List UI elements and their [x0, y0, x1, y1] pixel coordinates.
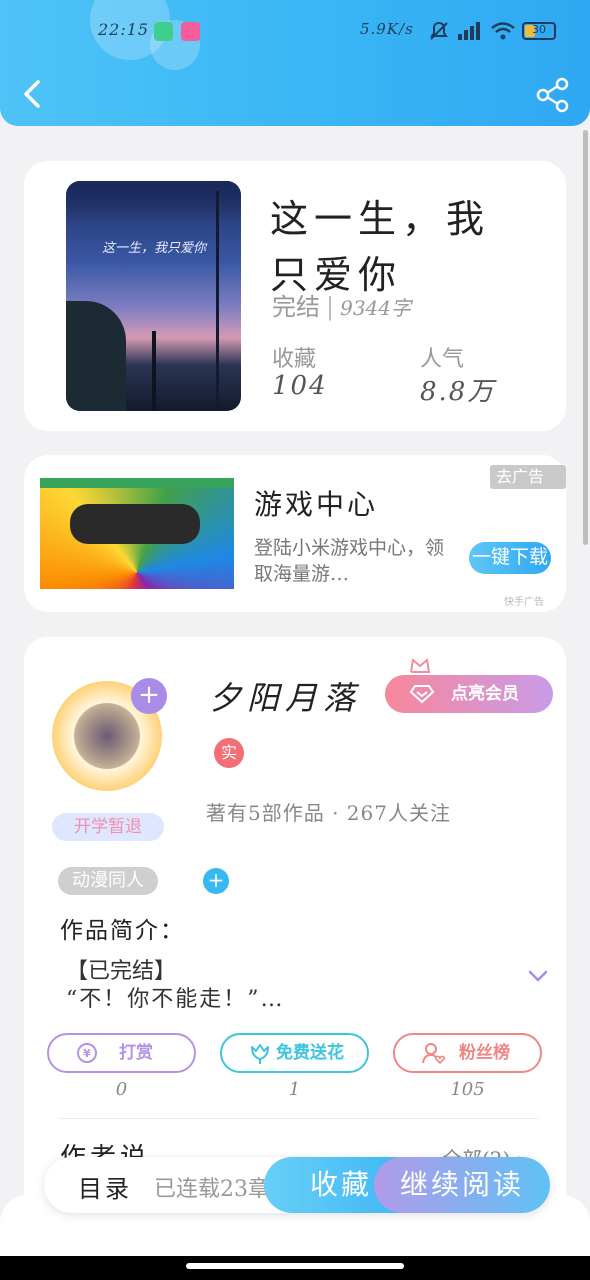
battery-icon: 30	[522, 22, 556, 40]
avatar-tag: 开学暂退	[52, 813, 164, 841]
separator: |	[326, 293, 335, 321]
ad-product-bag	[70, 504, 200, 544]
scrollbar[interactable]	[583, 130, 588, 545]
cover-sky	[66, 181, 241, 221]
cover-title-text: 这一生，我只爱你	[101, 241, 206, 256]
diamond-icon	[409, 685, 435, 704]
net-speed: 5.9K/s	[360, 20, 414, 38]
avatar-characters	[74, 703, 140, 769]
verified-badge: 实	[214, 738, 244, 768]
reward-button[interactable]: ¥ 打赏	[47, 1033, 196, 1073]
fan-rank-button[interactable]: 粉丝榜	[393, 1033, 542, 1073]
crown-icon	[410, 658, 431, 673]
send-flower-button[interactable]: 免费送花	[220, 1033, 369, 1073]
fav-label: 收藏	[272, 347, 317, 372]
chevron-down-icon: ⌄	[496, 491, 510, 510]
book-status: 完结	[272, 293, 320, 321]
book-word-count: 9344字	[340, 296, 411, 320]
fans-icon	[422, 1043, 445, 1065]
book-title-line1: 这一生，我	[270, 197, 491, 241]
flower-count: 1	[288, 1079, 301, 1100]
book-cover[interactable]: 这一生，我只爱你	[66, 181, 241, 411]
vip-label: 点亮会员	[451, 684, 519, 704]
back-icon[interactable]	[18, 74, 48, 114]
continue-reading-button[interactable]: 继续阅读	[374, 1157, 550, 1213]
home-indicator[interactable]	[186, 1263, 404, 1269]
fan-rank-label: 粉丝榜	[459, 1043, 510, 1063]
yen-coin-icon: ¥	[77, 1043, 97, 1063]
book-status-line: 完结 | 9344字	[272, 287, 411, 322]
serial-status: 已连载23章	[154, 1177, 270, 1202]
remove-ad-button[interactable]: 去广告 ⌄	[490, 465, 566, 510]
author-meta: 著有5部作品 · 267人关注	[206, 801, 451, 825]
ad-card[interactable]: 游戏中心 登陆小米游戏中心，领取海量游… 去广告 ⌄ 一键下载 快手广告	[24, 455, 566, 612]
fan-count: 105	[450, 1079, 485, 1100]
svg-text:¥: ¥	[83, 1047, 91, 1060]
fav-value: 104	[272, 371, 328, 401]
intro-line2: “不！你不能走！”…	[66, 987, 285, 1012]
ad-source: 快手广告	[504, 597, 544, 608]
mute-icon	[430, 21, 448, 40]
wifi-icon	[491, 22, 515, 40]
book-info-card: 这一生，我只爱你 这一生，我 只爱你 完结 | 9344字 收藏 104 人气 8.…	[24, 161, 566, 431]
status-bar: 22:15 5.9K/s 30	[0, 18, 590, 46]
toc-button[interactable]: 目录	[78, 1169, 132, 1204]
reward-label: 打赏	[119, 1043, 153, 1063]
ad-title: 游戏中心	[254, 488, 379, 521]
remove-ad-label: 去广告	[496, 467, 545, 486]
bottom-action-bar: 目录 已连载23章 收藏 继续阅读	[44, 1157, 550, 1213]
flower-icon	[251, 1044, 269, 1064]
popularity-label: 人气	[420, 347, 465, 372]
send-flower-label: 免费送花	[276, 1043, 344, 1063]
status-time: 22:15	[98, 20, 150, 39]
ad-image[interactable]	[40, 478, 234, 589]
follow-plus-button[interactable]: +	[131, 678, 167, 714]
expand-chevron-icon[interactable]	[527, 969, 549, 983]
header: 22:15 5.9K/s 30	[0, 0, 590, 126]
popularity-value: 8.8万	[420, 377, 496, 407]
reward-count: 0	[115, 1079, 128, 1100]
cover-road	[152, 331, 156, 411]
divider	[58, 1118, 538, 1119]
intro-heading: 作品简介：	[60, 918, 185, 944]
share-icon[interactable]	[534, 76, 572, 114]
download-button[interactable]: 一键下载	[469, 542, 551, 574]
vip-button[interactable]: 点亮会员	[385, 675, 553, 713]
battery-level: 30	[532, 23, 546, 36]
add-tag-button[interactable]: +	[203, 868, 229, 894]
cover-pole	[216, 191, 219, 411]
app-notification-icon	[181, 22, 200, 41]
cover-trees	[66, 301, 126, 411]
ad-description: 登陆小米游戏中心，领取海量游…	[254, 537, 445, 585]
signal-icon	[458, 22, 480, 40]
ad-top-strip	[40, 478, 234, 488]
tag-chip[interactable]: 动漫同人	[58, 867, 158, 895]
author-name[interactable]: 夕阳月落	[209, 673, 361, 719]
shield-app-icon	[154, 22, 173, 41]
